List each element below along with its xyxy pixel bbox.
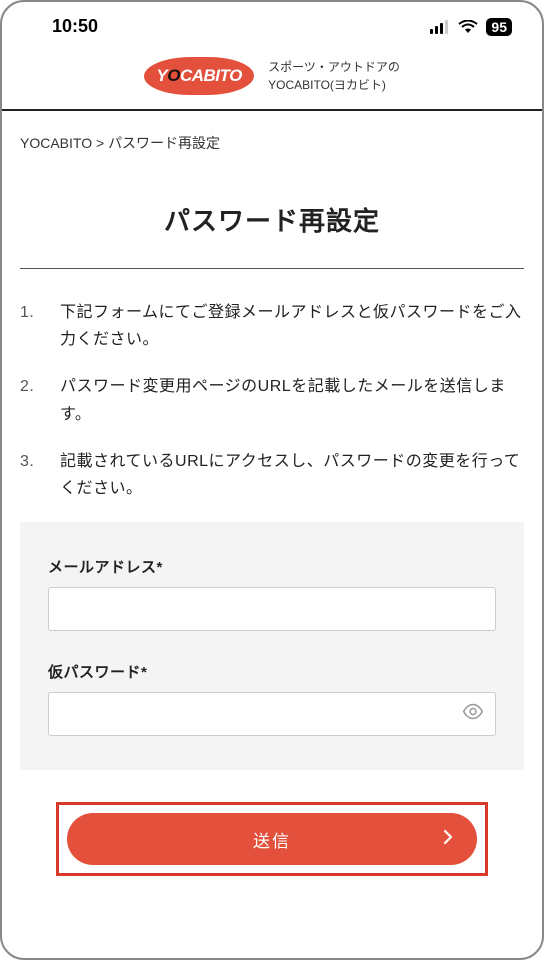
instruction-item: 記載されているURLにアクセスし、パスワードの変更を行ってください。 bbox=[20, 448, 524, 502]
instruction-item: パスワード変更用ページのURLを記載したメールを送信します。 bbox=[20, 373, 524, 427]
password-input[interactable] bbox=[48, 692, 496, 736]
breadcrumb-root[interactable]: YOCABITO bbox=[20, 135, 92, 151]
eye-icon[interactable] bbox=[462, 704, 484, 725]
instructions-list: 下記フォームにてご登録メールアドレスと仮パスワードをご入力ください。 パスワード… bbox=[2, 299, 542, 502]
page-title: パスワード再設定 bbox=[2, 201, 542, 238]
battery-icon: 95 bbox=[486, 18, 512, 36]
status-time: 10:50 bbox=[52, 16, 98, 37]
signal-icon bbox=[430, 20, 450, 34]
logo[interactable]: YOCABITO bbox=[144, 57, 254, 95]
wifi-icon bbox=[458, 20, 478, 34]
status-right: 95 bbox=[430, 18, 512, 36]
status-bar: 10:50 95 bbox=[2, 2, 542, 47]
breadcrumb: YOCABITO > パスワード再設定 bbox=[2, 111, 542, 175]
tagline: スポーツ・アウトドアの YOCABITO(ヨカビト) bbox=[268, 58, 400, 94]
submit-button[interactable]: 送信 bbox=[67, 813, 477, 865]
title-divider bbox=[20, 268, 524, 269]
email-label: メールアドレス* bbox=[48, 556, 496, 577]
chevron-right-icon bbox=[444, 829, 453, 849]
password-label: 仮パスワード* bbox=[48, 661, 496, 682]
site-header: YOCABITO スポーツ・アウトドアの YOCABITO(ヨカビト) bbox=[2, 47, 542, 109]
instruction-item: 下記フォームにてご登録メールアドレスと仮パスワードをご入力ください。 bbox=[20, 299, 524, 353]
form-card: メールアドレス* 仮パスワード* bbox=[20, 522, 524, 770]
email-input[interactable] bbox=[48, 587, 496, 631]
submit-highlight: 送信 bbox=[56, 802, 488, 876]
email-field-group: メールアドレス* bbox=[48, 556, 496, 631]
password-field-group: 仮パスワード* bbox=[48, 661, 496, 736]
breadcrumb-current: パスワード再設定 bbox=[108, 135, 220, 151]
